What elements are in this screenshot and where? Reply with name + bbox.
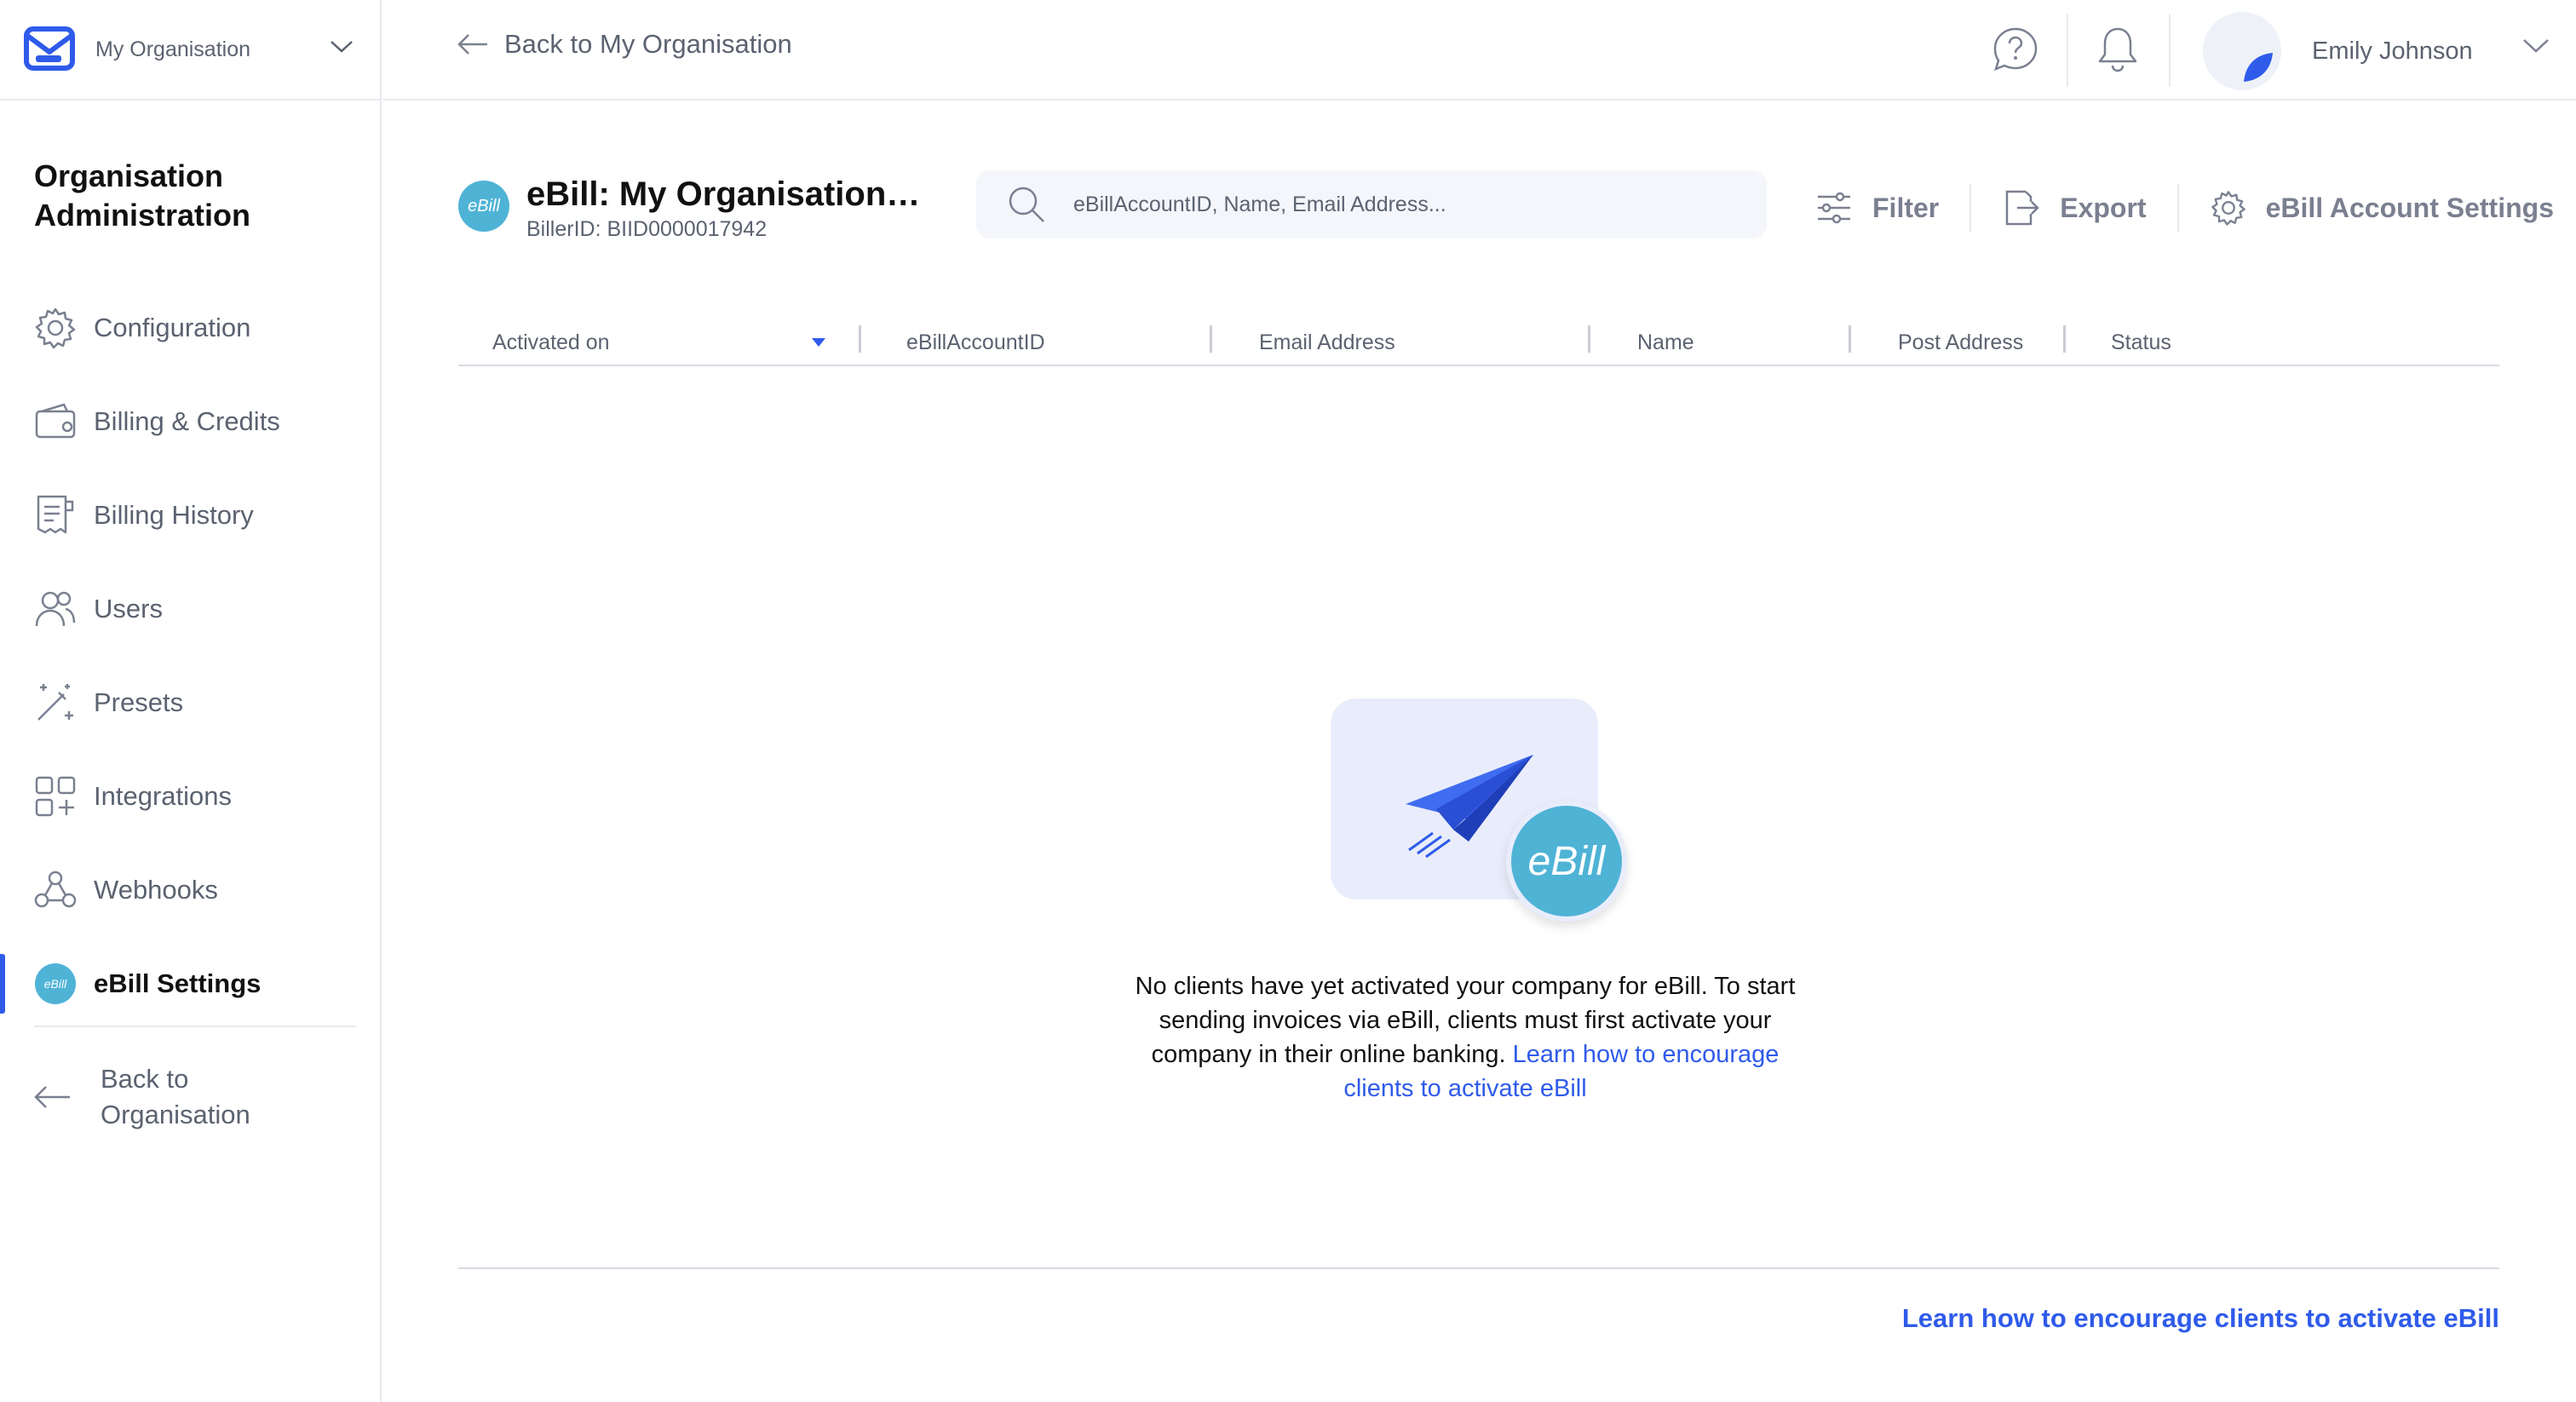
main-content: eBill eBill: My Organisation G... Biller… bbox=[383, 102, 2576, 1402]
search-input[interactable] bbox=[1073, 192, 1738, 217]
sidebar-item-integrations[interactable]: Integrations bbox=[0, 750, 382, 843]
users-icon bbox=[32, 586, 78, 632]
learn-how-footer-link[interactable]: Learn how to encourage clients to activa… bbox=[1902, 1303, 2499, 1334]
column-separator bbox=[859, 325, 861, 353]
column-separator bbox=[1210, 325, 1212, 353]
chevron-down-icon bbox=[331, 41, 353, 53]
column-separator bbox=[2063, 325, 2066, 353]
empty-state-illustration: eBill bbox=[1331, 698, 1637, 954]
grid-plus-icon bbox=[32, 773, 78, 819]
toolbar-separator bbox=[1969, 184, 1972, 232]
gear-icon bbox=[32, 305, 78, 351]
sidebar-item-billing-history[interactable]: Billing History bbox=[0, 468, 382, 562]
toolbar: Filter Export eBill Account Settings bbox=[1814, 184, 2554, 232]
sidebar-back-to-organisation[interactable]: Back to Organisation bbox=[32, 1061, 356, 1133]
empty-state-message: No clients have yet activated your compa… bbox=[1133, 969, 1797, 1106]
sidebar-item-ebill-settings[interactable]: eBill eBill Settings bbox=[0, 937, 382, 1031]
column-header-activated-on[interactable]: Activated on bbox=[492, 319, 610, 366]
export-label: Export bbox=[2060, 192, 2147, 223]
filter-label: Filter bbox=[1872, 192, 1940, 223]
user-name: Emily Johnson bbox=[2312, 37, 2473, 65]
sidebar-item-label: Users bbox=[94, 594, 163, 623]
column-label: Name bbox=[1637, 330, 1694, 354]
filter-button[interactable]: Filter bbox=[1814, 188, 1939, 227]
column-header-post-address[interactable]: Post Address bbox=[1898, 319, 2023, 366]
column-header-ebill-account-id[interactable]: eBillAccountID bbox=[906, 319, 1045, 366]
sidebar-item-presets[interactable]: Presets bbox=[0, 656, 382, 750]
column-separator bbox=[1588, 325, 1590, 353]
header-separator bbox=[2067, 14, 2068, 87]
help-icon bbox=[1993, 27, 2038, 72]
biller-id: BillerID: BIID0000017942 bbox=[526, 217, 768, 241]
column-label: Post Address bbox=[1898, 330, 2024, 354]
arrow-left-icon bbox=[457, 34, 487, 55]
top-header: Back to My Organisation Emily Johnson bbox=[383, 0, 2576, 101]
sidebar-item-webhooks[interactable]: Webhooks bbox=[0, 843, 382, 937]
magic-wand-icon bbox=[32, 680, 78, 726]
table-header: Activated on eBillAccountID Email Addres… bbox=[458, 319, 2499, 366]
sidebar-item-label: Webhooks bbox=[94, 875, 218, 905]
sidebar-item-users[interactable]: Users bbox=[0, 562, 382, 656]
toolbar-separator bbox=[2176, 184, 2179, 232]
header-separator bbox=[2169, 14, 2171, 87]
sliders-icon bbox=[1818, 192, 1850, 224]
column-header-name[interactable]: Name bbox=[1637, 319, 1694, 366]
sidebar-item-label: Presets bbox=[94, 687, 184, 717]
search-icon bbox=[1009, 187, 1044, 222]
footer-divider bbox=[458, 1267, 2499, 1269]
column-header-status[interactable]: Status bbox=[2111, 319, 2171, 366]
sidebar-item-configuration[interactable]: Configuration bbox=[0, 281, 382, 375]
column-header-email-address[interactable]: Email Address bbox=[1259, 319, 1395, 366]
back-link-label: Back to My Organisation bbox=[504, 29, 792, 59]
column-label: Email Address bbox=[1259, 330, 1395, 354]
ebill-badge: eBill bbox=[458, 181, 509, 232]
wallet-icon bbox=[32, 399, 78, 445]
column-label: eBillAccountID bbox=[906, 330, 1045, 354]
ebill-badge-large: eBill bbox=[1506, 801, 1627, 922]
sidebar-item-label: Configuration bbox=[94, 313, 251, 342]
svg-text:eBill: eBill bbox=[44, 977, 67, 991]
sidebar-item-billing-credits[interactable]: Billing & Credits bbox=[0, 375, 382, 468]
ebill-account-settings-label: eBill Account Settings bbox=[2265, 192, 2554, 223]
sidebar: My Organisation Organisation Administrat… bbox=[0, 0, 382, 1402]
section-title: Organisation Administration bbox=[34, 158, 251, 233]
avatar bbox=[2203, 12, 2281, 90]
export-icon bbox=[2005, 190, 2040, 226]
webhook-icon bbox=[32, 867, 78, 913]
column-label: Status bbox=[2111, 330, 2171, 354]
sidebar-item-label: eBill Settings bbox=[94, 968, 262, 998]
ebill-account-settings-button[interactable]: eBill Account Settings bbox=[2210, 189, 2554, 227]
gear-icon bbox=[2211, 191, 2245, 226]
avatar-leaf-icon bbox=[2244, 53, 2273, 82]
export-button[interactable]: Export bbox=[2002, 188, 2147, 227]
biller-name: eBill: My Organisation G... bbox=[526, 175, 927, 213]
ebill-icon: eBill bbox=[32, 961, 78, 1007]
column-separator bbox=[1849, 325, 1851, 353]
sort-down-icon[interactable] bbox=[811, 337, 826, 348]
help-button[interactable] bbox=[1990, 24, 2041, 75]
org-switcher[interactable]: My Organisation bbox=[0, 0, 382, 101]
column-label: Activated on bbox=[492, 330, 610, 354]
app-logo-icon bbox=[24, 26, 75, 71]
arrow-left-icon bbox=[34, 1086, 70, 1108]
sidebar-item-label: Integrations bbox=[94, 781, 232, 811]
sidebar-item-label: Billing & Credits bbox=[94, 406, 280, 436]
chevron-down-icon[interactable] bbox=[2521, 37, 2550, 55]
back-to-my-organisation-link[interactable]: Back to My Organisation bbox=[457, 29, 792, 60]
back-to-organisation-label: Back to Organisation bbox=[101, 1064, 250, 1129]
biller-info: eBill eBill: My Organisation G... Biller… bbox=[458, 175, 927, 242]
bell-icon bbox=[2098, 27, 2137, 72]
receipt-icon bbox=[32, 492, 78, 538]
sidebar-divider bbox=[34, 1026, 356, 1027]
search-box bbox=[976, 170, 1767, 238]
notifications-button[interactable] bbox=[2092, 24, 2143, 75]
org-name: My Organisation bbox=[95, 37, 251, 61]
sidebar-nav: Configuration Billing & Credits Billing … bbox=[0, 281, 382, 1031]
sidebar-item-label: Billing History bbox=[94, 500, 254, 530]
user-menu[interactable]: Emily Johnson bbox=[2203, 12, 2482, 90]
